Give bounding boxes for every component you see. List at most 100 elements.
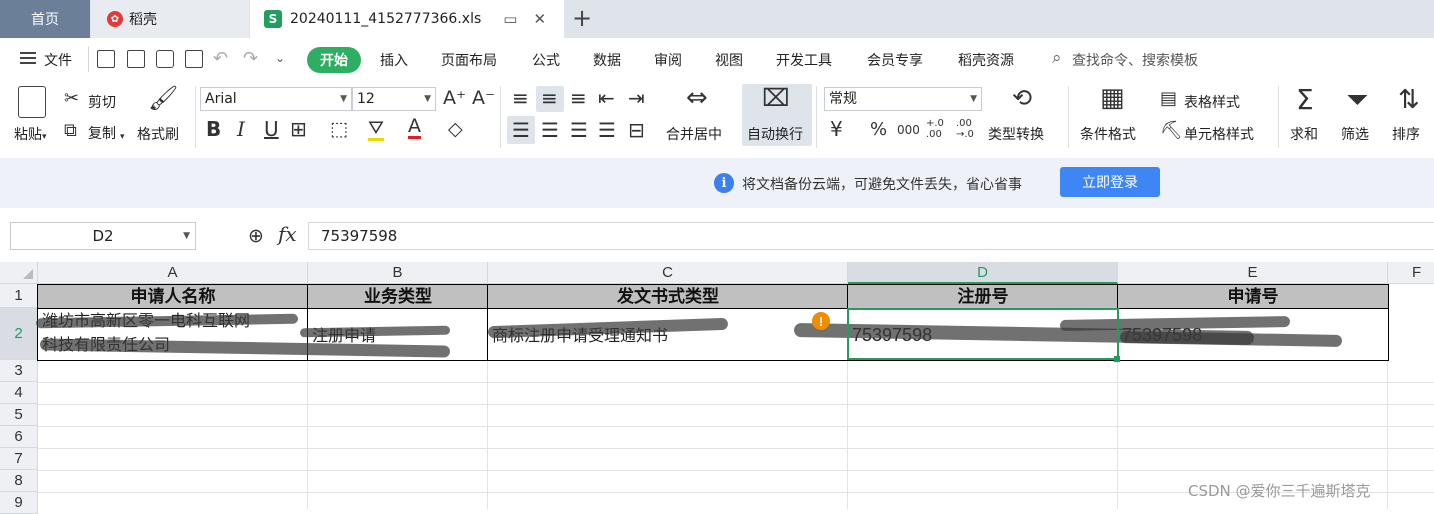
bold-button[interactable]: B bbox=[206, 119, 221, 139]
fill-color-icon[interactable]: ⛛ bbox=[368, 118, 384, 141]
fill-pattern-icon[interactable]: ⬚ bbox=[330, 119, 348, 139]
cell-a1[interactable]: 申请人名称 bbox=[37, 284, 309, 309]
search-icon[interactable]: ⌕ bbox=[1052, 48, 1062, 68]
currency-button[interactable]: ¥ bbox=[830, 119, 843, 139]
conditional-format-icon: ▦ bbox=[1100, 83, 1125, 113]
export-pdf-icon[interactable] bbox=[127, 50, 145, 68]
cell-c1[interactable]: 发文书式类型 bbox=[487, 284, 849, 309]
cell-d1[interactable]: 注册号 bbox=[847, 284, 1119, 309]
row-header-9[interactable]: 9 bbox=[0, 492, 38, 514]
table-style-button[interactable]: 表格样式 bbox=[1184, 92, 1240, 112]
row-header-4[interactable]: 4 bbox=[0, 382, 38, 404]
align-top-icon[interactable]: ≡ bbox=[512, 88, 529, 108]
warning-icon[interactable]: ! bbox=[812, 312, 830, 330]
italic-button[interactable]: I bbox=[237, 119, 245, 139]
decrease-indent-icon[interactable]: ⇤ bbox=[598, 88, 615, 108]
underline-button[interactable]: U bbox=[264, 119, 279, 139]
copy-dropdown-icon[interactable]: ▾ bbox=[120, 127, 125, 147]
name-box[interactable]: D2 ▼ bbox=[10, 222, 196, 250]
menu-start-tab[interactable]: 开始 bbox=[307, 47, 361, 73]
eraser-icon[interactable]: ◇ bbox=[448, 119, 463, 139]
column-header-f[interactable]: F bbox=[1388, 262, 1434, 284]
increase-font-icon[interactable]: A⁺ bbox=[443, 88, 466, 108]
tab-home[interactable]: 首页 bbox=[0, 0, 90, 38]
zoom-icon[interactable]: ⊕ bbox=[248, 225, 264, 247]
tab-docer[interactable]: ✿ 稻壳 bbox=[91, 0, 249, 38]
column-header-c[interactable]: C bbox=[488, 262, 848, 284]
align-bottom-icon[interactable]: ≡ bbox=[570, 88, 587, 108]
sum-button[interactable]: 求和 bbox=[1290, 124, 1318, 144]
row-header-7[interactable]: 7 bbox=[0, 448, 38, 470]
menu-view[interactable]: 视图 bbox=[715, 50, 743, 70]
align-right-icon[interactable]: ☰ bbox=[570, 120, 588, 140]
undo-icon[interactable]: ↶ bbox=[213, 48, 228, 69]
decrease-decimal-button[interactable]: .00 →.0 bbox=[956, 118, 980, 140]
decrease-font-icon[interactable]: A⁻ bbox=[472, 88, 495, 108]
formula-input[interactable]: 75397598 bbox=[308, 222, 1434, 250]
increase-decimal-button[interactable]: +.0 .00 bbox=[926, 118, 950, 140]
insert-function-icon[interactable]: fx bbox=[278, 222, 297, 246]
cell-b1[interactable]: 业务类型 bbox=[307, 284, 489, 309]
borders-icon[interactable]: ⊞ bbox=[290, 119, 307, 139]
wrap-text-button[interactable]: 自动换行 bbox=[747, 124, 803, 144]
login-button[interactable]: 立即登录 bbox=[1060, 167, 1160, 197]
column-header-b[interactable]: B bbox=[308, 262, 488, 284]
hamburger-menu-icon[interactable] bbox=[20, 52, 36, 64]
menu-page-layout[interactable]: 页面布局 bbox=[441, 50, 497, 70]
percent-button[interactable]: % bbox=[870, 120, 887, 140]
print-icon[interactable] bbox=[156, 50, 174, 68]
redo-icon[interactable]: ↷ bbox=[243, 48, 258, 69]
copy-button[interactable]: 复制 bbox=[88, 123, 116, 143]
format-painter-button[interactable]: 格式刷 bbox=[137, 124, 179, 144]
menu-data[interactable]: 数据 bbox=[593, 50, 621, 70]
quick-access-dropdown-icon[interactable]: ⌄ bbox=[275, 51, 285, 65]
row-header-2[interactable]: 2 bbox=[0, 308, 38, 360]
row-header-8[interactable]: 8 bbox=[0, 470, 38, 492]
cell-e1[interactable]: 申请号 bbox=[1117, 284, 1389, 309]
column-header-e[interactable]: E bbox=[1118, 262, 1388, 284]
pin-window-icon[interactable]: ▭ bbox=[503, 10, 517, 28]
column-header-d[interactable]: D bbox=[848, 262, 1118, 284]
row-header-1[interactable]: 1 bbox=[0, 284, 38, 308]
paste-dropdown-icon[interactable]: ▾ bbox=[42, 127, 47, 147]
menu-review[interactable]: 审阅 bbox=[654, 50, 682, 70]
font-size-select[interactable]: 12 ▼ bbox=[352, 87, 436, 111]
row-header-6[interactable]: 6 bbox=[0, 426, 38, 448]
conditional-format-button[interactable]: 条件格式 bbox=[1080, 124, 1136, 144]
fill-handle[interactable] bbox=[1114, 356, 1120, 362]
font-name-select[interactable]: Arial ▼ bbox=[200, 87, 352, 111]
number-format-select[interactable]: 常规 ▼ bbox=[824, 87, 982, 111]
cell-style-button[interactable]: 单元格样式 bbox=[1184, 124, 1254, 144]
align-left-icon[interactable]: ☰ bbox=[512, 120, 530, 140]
menu-file[interactable]: 文件 bbox=[44, 50, 72, 70]
row-header-3[interactable]: 3 bbox=[0, 360, 38, 382]
tab-spreadsheet-file[interactable]: S 20240111_4152777366.xls ▭ ✕ bbox=[250, 0, 564, 38]
menu-member[interactable]: 会员专享 bbox=[867, 50, 923, 70]
font-color-icon[interactable]: A bbox=[408, 116, 421, 139]
close-tab-icon[interactable]: ✕ bbox=[533, 10, 546, 28]
increase-indent-icon[interactable]: ⇥ bbox=[628, 88, 645, 108]
thousands-button[interactable]: 000 bbox=[897, 120, 920, 140]
command-search-input[interactable]: 查找命令、搜索模板 bbox=[1072, 50, 1198, 70]
menu-dev-tools[interactable]: 开发工具 bbox=[776, 50, 832, 70]
sort-button[interactable]: 排序 bbox=[1392, 124, 1420, 144]
print-preview-icon[interactable] bbox=[185, 50, 203, 68]
align-center-icon[interactable]: ☰ bbox=[541, 120, 559, 140]
paste-button[interactable]: 粘贴 bbox=[14, 124, 42, 144]
menu-insert[interactable]: 插入 bbox=[380, 50, 408, 70]
paste-icon[interactable] bbox=[18, 86, 46, 118]
justify-icon[interactable]: ☰ bbox=[598, 120, 616, 140]
merge-center-button[interactable]: 合并居中 bbox=[666, 124, 722, 144]
save-icon[interactable] bbox=[97, 50, 115, 68]
type-convert-button[interactable]: 类型转换 bbox=[988, 124, 1044, 144]
distributed-icon[interactable]: ⊟ bbox=[628, 120, 645, 140]
cut-button[interactable]: 剪切 bbox=[88, 92, 116, 112]
row-header-5[interactable]: 5 bbox=[0, 404, 38, 426]
new-tab-button[interactable]: + bbox=[572, 6, 592, 30]
menu-formula[interactable]: 公式 bbox=[532, 50, 560, 70]
column-header-a[interactable]: A bbox=[38, 262, 308, 284]
filter-button[interactable]: 筛选 bbox=[1341, 124, 1369, 144]
menu-docer-resources[interactable]: 稻壳资源 bbox=[958, 50, 1014, 70]
select-all-corner[interactable] bbox=[0, 262, 38, 284]
align-middle-icon[interactable]: ≡ bbox=[541, 88, 558, 108]
